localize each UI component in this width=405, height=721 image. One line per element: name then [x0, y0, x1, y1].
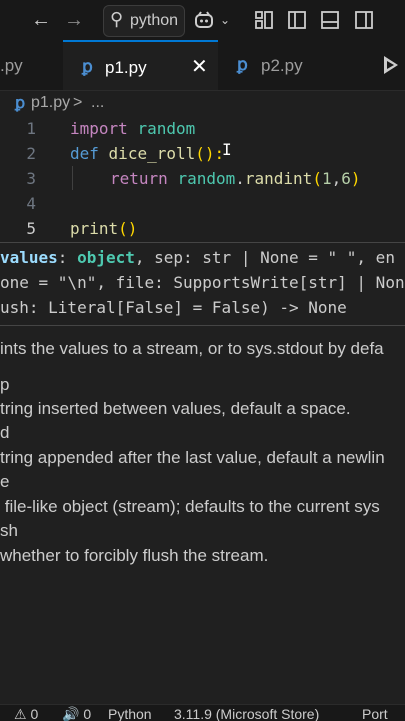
line-number: 3	[26, 169, 36, 188]
port-label[interactable]: Port	[362, 706, 388, 721]
copilot-icon[interactable]	[193, 9, 215, 31]
status-bar: ⚠ 0 🔊 0 Python 3.11.9 (Microsoft Store) …	[0, 704, 405, 721]
doc-text: file-like object (stream); defaults to t…	[0, 497, 380, 516]
close-icon[interactable]: ✕	[191, 54, 208, 79]
code-line: 5 print()	[0, 216, 405, 241]
title-bar: ← → ⚲ python ⌄	[0, 0, 405, 40]
doc-text: ints the values to a stream, or to sys.s…	[0, 339, 384, 358]
python-file-icon: ꝑ	[15, 95, 26, 112]
chevron-down-icon[interactable]: ⌄	[218, 8, 232, 32]
line-number: 2	[26, 144, 36, 163]
divider	[0, 325, 405, 326]
breadcrumb-more[interactable]: ...	[91, 94, 104, 112]
python-file-icon: ꝑ	[82, 57, 93, 76]
toggle-secondary-sidebar-icon[interactable]	[354, 10, 374, 30]
tab-label: p2.py	[261, 56, 303, 75]
tab-label: .py	[0, 56, 23, 75]
forward-arrow-icon[interactable]: →	[63, 8, 85, 32]
line-number: 5	[26, 219, 36, 238]
code-line: 1 import random	[0, 116, 405, 141]
code-line: 3 return random.randint(1,6)	[0, 166, 405, 191]
problems-indicator[interactable]: ⚠ 0	[14, 706, 38, 721]
search-icon: ⚲	[110, 9, 124, 29]
language-mode[interactable]: Python	[108, 706, 152, 721]
signature-line: values: object, sep: str | None = " ", e…	[0, 248, 395, 267]
signature-line: one = "\n", file: SupportsWrite[str] | N…	[0, 273, 405, 292]
toggle-panel-icon[interactable]	[320, 10, 340, 30]
breadcrumb-separator: >	[73, 94, 83, 111]
line-number: 1	[26, 119, 36, 138]
editor-tab-bar: .py ꝑ p1.py ✕ ꝑ p2.py	[0, 40, 405, 91]
code-line: 4	[0, 191, 405, 216]
text-cursor: I	[222, 140, 232, 159]
tab-p1[interactable]: ꝑ p1.py ✕	[63, 40, 218, 90]
ports-indicator[interactable]: 🔊 0	[62, 706, 91, 721]
toggle-sidebar-icon[interactable]	[287, 10, 307, 30]
signature-line: ush: Literal[False] = False) -> None	[0, 298, 347, 317]
python-interpreter[interactable]: 3.11.9 (Microsoft Store)	[174, 706, 319, 721]
doc-text: e	[0, 472, 10, 491]
breadcrumb: ꝑ p1.py > ...	[0, 90, 405, 116]
tab-label: p1.py	[105, 58, 147, 77]
search-text: python	[130, 12, 179, 29]
tab-partial[interactable]: .py	[0, 40, 62, 90]
doc-text: p	[0, 375, 10, 394]
indent-guide	[72, 166, 73, 190]
doc-text: tring appended after the last value, def…	[0, 448, 385, 467]
python-file-icon: ꝑ	[237, 55, 248, 74]
hover-tooltip: values: object, sep: str | None = " ", e…	[0, 242, 405, 721]
back-arrow-icon[interactable]: ←	[30, 8, 52, 32]
doc-text: tring inserted between values, default a…	[0, 399, 351, 418]
doc-text: d	[0, 423, 10, 442]
doc-text: whether to forcibly flush the stream.	[0, 546, 269, 565]
line-number: 4	[26, 194, 36, 213]
command-center-search[interactable]: ⚲ python	[103, 5, 185, 37]
tab-p2[interactable]: ꝑ p2.py	[219, 40, 359, 90]
code-line: 2 def dice_roll():	[0, 141, 405, 166]
customize-layout-icon[interactable]	[254, 10, 274, 30]
breadcrumb-file[interactable]: p1.py	[31, 94, 70, 112]
doc-text: sh	[0, 521, 18, 540]
